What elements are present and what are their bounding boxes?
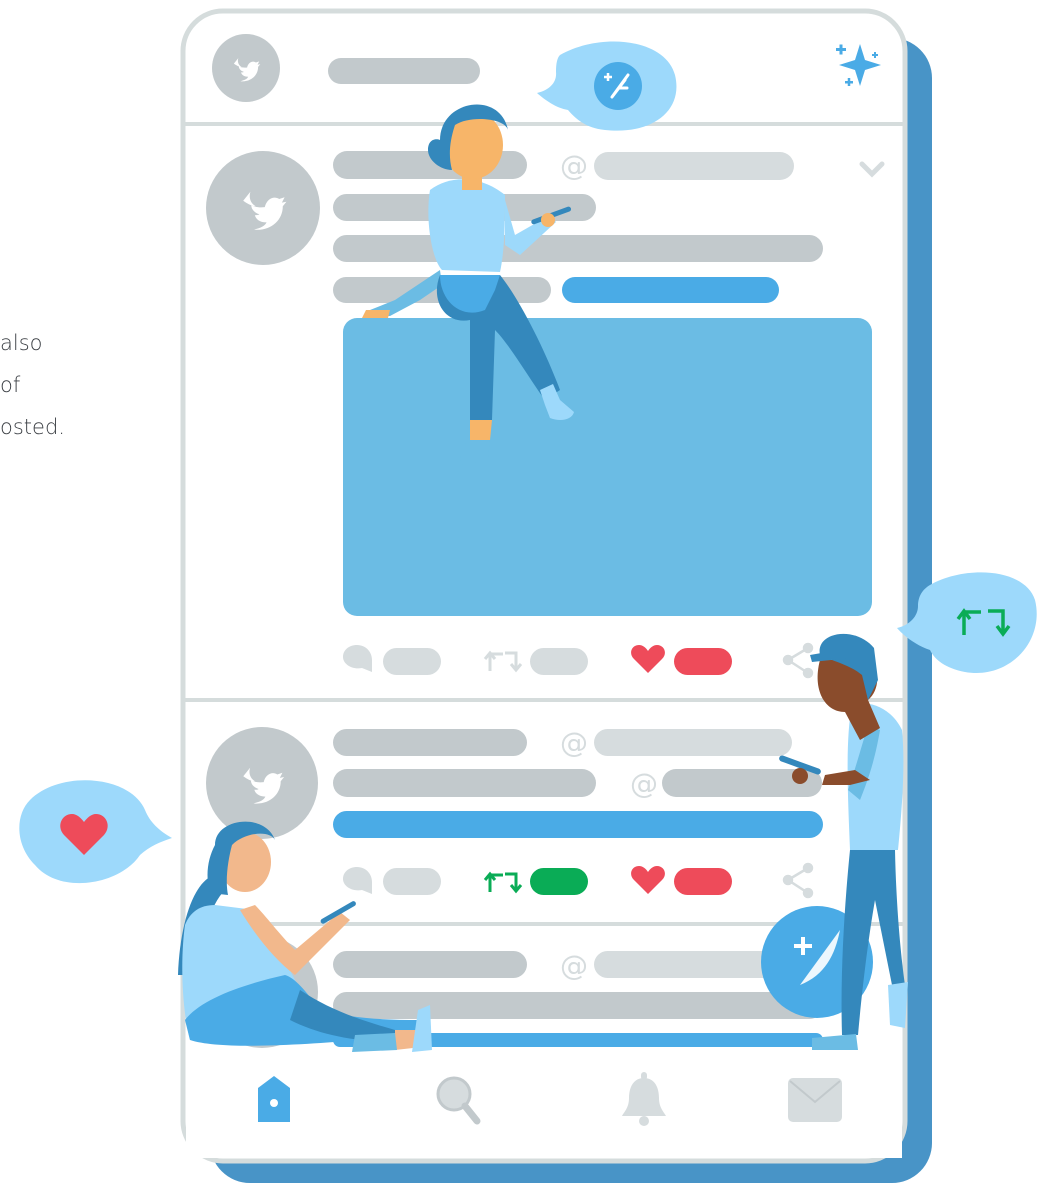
- compose-feather-icon[interactable]: [594, 62, 642, 110]
- tweet-3-line: [333, 992, 823, 1019]
- tweet-1-media[interactable]: [343, 318, 872, 616]
- header-title-placeholder: [328, 58, 480, 84]
- tweet-1-line: [333, 235, 823, 262]
- like-count: [674, 648, 732, 675]
- reply-count: [383, 648, 441, 675]
- tweet-2-at: @: [560, 726, 588, 759]
- retweet-count: [530, 648, 588, 675]
- tweet-2-handle: [594, 729, 792, 756]
- tweet-3-at: @: [560, 949, 588, 982]
- retweet-count: [530, 868, 588, 895]
- like-count: [674, 868, 732, 895]
- like-bubble: [19, 780, 173, 884]
- tweet-1-link[interactable]: [562, 277, 779, 303]
- tweet-2-name: [333, 729, 527, 756]
- messages-envelope-icon[interactable]: [788, 1078, 842, 1122]
- tweet-1-handle: [594, 152, 794, 180]
- tweet-2-line: [333, 769, 596, 797]
- tweet-2-link[interactable]: [333, 811, 823, 838]
- bottom-nav: [186, 1050, 902, 1158]
- tweet-1-at: @: [560, 149, 588, 182]
- tweet-3-name: [333, 951, 527, 978]
- reply-count: [383, 868, 441, 895]
- tweet-2-mention-at: @: [630, 767, 658, 800]
- twitter-illustration: @ @ @ @: [19, 8, 1037, 1183]
